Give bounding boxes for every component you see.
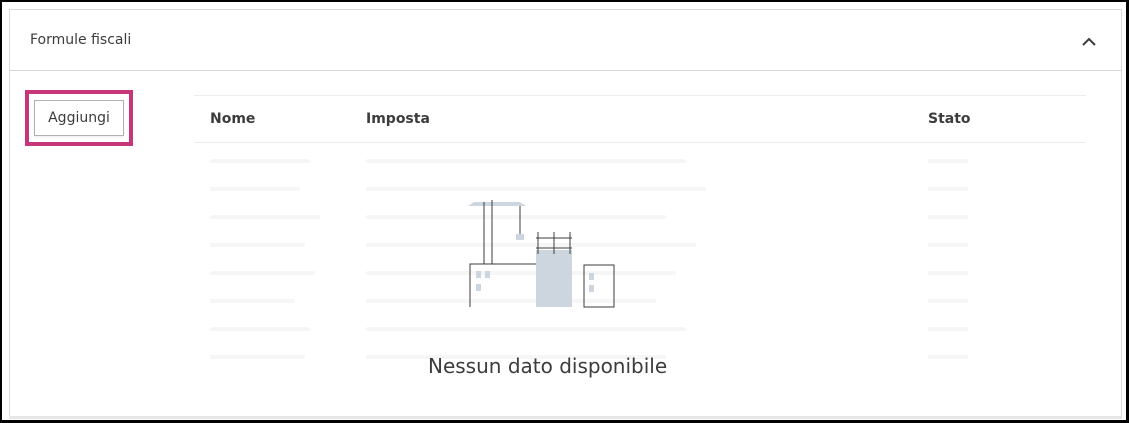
add-button[interactable]: Aggiungi [34, 100, 124, 136]
construction-site-illustration [468, 198, 618, 310]
table-header: Nome Imposta Stato [194, 96, 1086, 143]
column-header-nome[interactable]: Nome [210, 111, 255, 127]
column-header-stato[interactable]: Stato [928, 111, 971, 127]
window-frame: Formule fiscali Aggiungi Nome Imposta St… [0, 0, 1129, 423]
panel-header[interactable]: Formule fiscali [10, 10, 1121, 71]
panel-bottom-border [9, 416, 1122, 419]
chevron-up-icon[interactable] [1077, 30, 1101, 54]
empty-state-text: Nessun dato disponibile [428, 354, 668, 378]
column-header-imposta[interactable]: Imposta [366, 111, 430, 127]
panel-title: Formule fiscali [30, 32, 132, 48]
